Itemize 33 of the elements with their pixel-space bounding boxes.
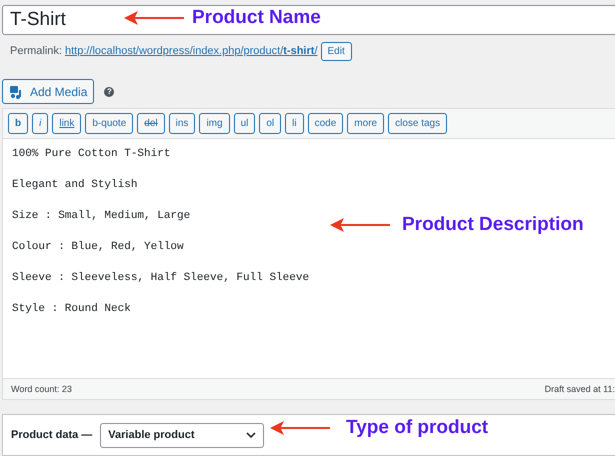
edit-button[interactable]: Edit [320,42,352,60]
format-button[interactable]: code [308,113,344,134]
draft-status: Draft saved at 11: [544,384,615,394]
permalink-label: Permalink: [10,45,62,57]
annotation-label: Product Description [402,214,584,236]
description-line: Colour : Blue, Red, Yellow [12,240,184,255]
product-data-label: Product data — [11,429,92,441]
description-line: 100% Pure Cotton T-Shirt [12,147,170,162]
annotation-label: Product Name [192,7,321,29]
format-button[interactable]: img [199,113,230,134]
format-button[interactable]: li [285,113,304,134]
format-button[interactable]: ol [259,113,282,134]
description-line: Style : Round Neck [12,302,131,317]
format-button[interactable]: more [347,113,384,134]
format-button[interactable]: ul [234,113,256,134]
help-icon[interactable]: ? [104,86,114,96]
description-line: Size : Small, Medium, Large [12,209,190,224]
format-button[interactable]: b [8,113,28,134]
format-button[interactable]: link [52,113,82,134]
add-media-button[interactable]: Add Media [2,79,94,104]
format-button[interactable]: close tags [388,113,448,134]
arrow [124,11,184,25]
chevron-down-icon [246,432,256,438]
format-button[interactable]: del [137,113,165,134]
description-line: Sleeve : Sleeveless, Half Sleeve, Full Sleeve [12,271,310,286]
format-button[interactable]: ins [168,113,196,134]
description-line: Elegant and Stylish [12,178,138,193]
format-button[interactable]: i [32,113,48,134]
annotation-label: Type of product [346,417,488,439]
product-type-select[interactable]: Variable product [100,422,264,448]
format-button[interactable]: b-quote [85,113,134,134]
permalink-link[interactable]: http://localhost/wordpress/index.php/product/t-shirt/ [64,45,318,57]
word-count: Word count: 23 [11,384,72,394]
